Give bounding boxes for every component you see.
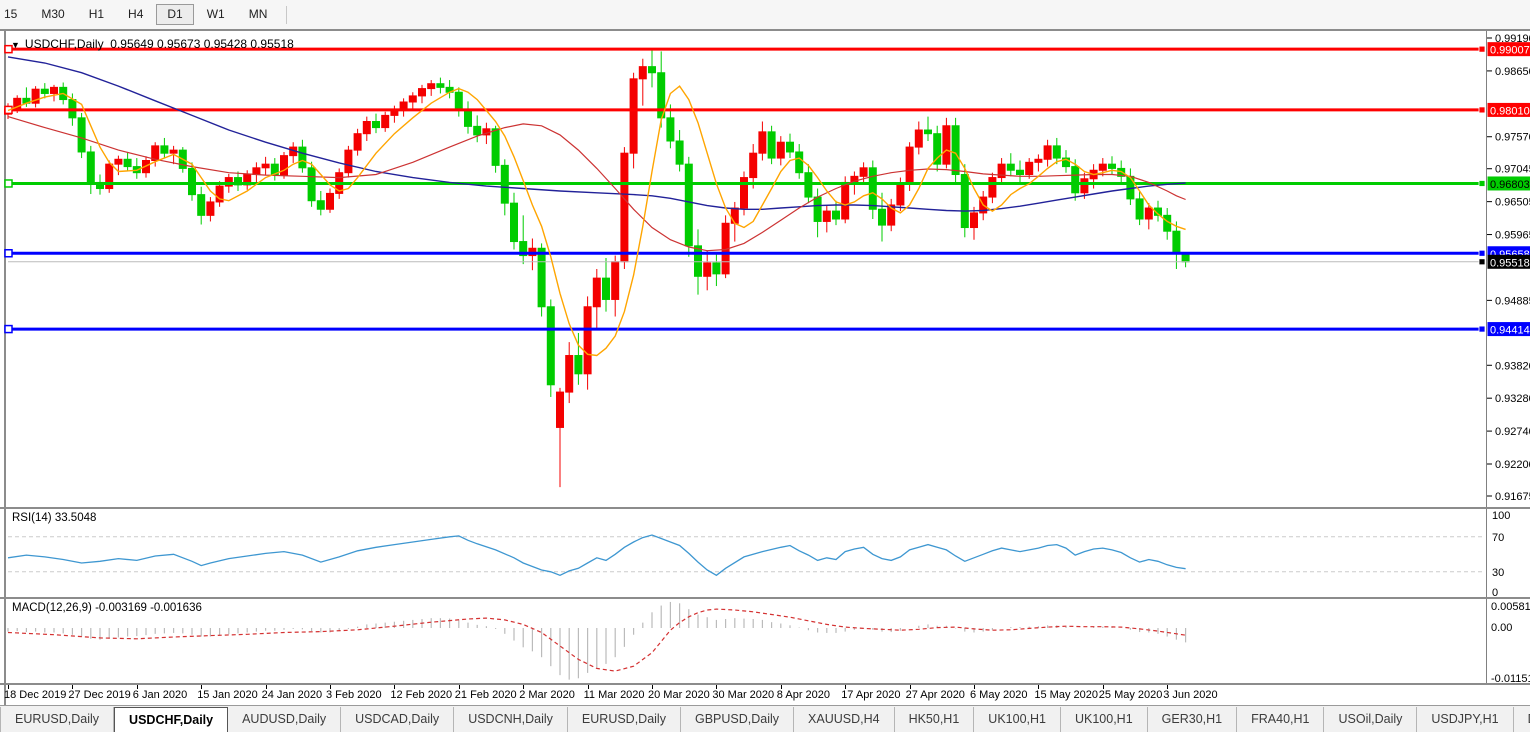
price-axis-tick-label: 0.92740	[1495, 426, 1530, 438]
timeframe-button-h4[interactable]: H4	[117, 4, 154, 25]
price-badge-label: 0.98010	[1490, 105, 1530, 117]
date-label: 21 Feb 2020	[455, 689, 517, 701]
price-chart[interactable]: 0.991900.986500.975700.970450.965050.959…	[0, 31, 1530, 507]
date-label: 27 Apr 2020	[906, 689, 965, 701]
macd-panel[interactable]: 0.005818 0.00 -0.01151	[0, 599, 1530, 683]
rsi-indicator-label: RSI(14) 33.5048	[12, 512, 96, 524]
price-badge-label: 0.94414	[1490, 325, 1530, 337]
chart-tab-uk100-h1[interactable]: UK100,H1	[1061, 707, 1148, 732]
date-label: 12 Feb 2020	[390, 689, 452, 701]
rsi-axis-label: 100	[1492, 510, 1510, 522]
date-label: 15 May 2020	[1034, 689, 1098, 701]
rsi-axis-label: 30	[1492, 567, 1504, 579]
line-axis-handle[interactable]	[1479, 180, 1485, 186]
price-axis-tick-label: 0.91675	[1495, 491, 1530, 503]
line-drag-handle[interactable]	[5, 250, 12, 257]
date-label: 27 Dec 2019	[68, 689, 130, 701]
chart-tab-eurusd-daily[interactable]: EURUSD,Daily	[568, 707, 681, 732]
date-label: 6 May 2020	[970, 689, 1027, 701]
chart-symbol-period: USDCHF,Daily	[25, 37, 104, 51]
chart-tab-eurusd-daily[interactable]: EURUSD,Daily	[1, 707, 114, 732]
candlestick-series	[5, 49, 1190, 487]
date-label: 3 Jun 2020	[1163, 689, 1217, 701]
price-axis-tick-label: 0.92200	[1495, 459, 1530, 471]
date-label: 11 Mar 2020	[584, 689, 645, 701]
chart-tab-usoil-daily[interactable]: USOil,Daily	[1324, 707, 1417, 732]
price-axis-tick-label: 0.94885	[1495, 295, 1530, 307]
chart-tab-usdcnh-daily[interactable]: USDCNH,Daily	[454, 707, 568, 732]
chart-ohlc-values: 0.95649 0.95673 0.95428 0.95518	[110, 37, 294, 51]
price-axis-tick-label: 0.97045	[1495, 164, 1530, 176]
price-axis-tick-label: 0.96505	[1495, 197, 1530, 209]
timeframe-button-h1[interactable]: H1	[78, 4, 115, 25]
chart-title: ▼ USDCHF,Daily 0.95649 0.95673 0.95428 0.…	[11, 37, 294, 51]
date-label: 2 Mar 2020	[519, 689, 575, 701]
chart-tab-ger30-h1[interactable]: GER30,H1	[1148, 707, 1237, 732]
price-axis-tick-label: 0.98650	[1495, 66, 1530, 78]
chart-tab-xauusd-h4[interactable]: XAUUSD,H4	[794, 707, 895, 732]
price-badge-label: 0.96803	[1490, 179, 1530, 191]
macd-axis-label: 0.005818	[1491, 601, 1530, 613]
timeframe-toolbar: 15M30H1H4D1W1MN	[0, 0, 1530, 29]
date-label: 15 Jan 2020	[197, 689, 258, 701]
date-label: 8 Apr 2020	[777, 689, 830, 701]
date-label: 20 Mar 2020	[648, 689, 710, 701]
price-badge-label: 0.95518	[1490, 257, 1530, 269]
chart-tab-usdjpy-h1[interactable]: USDJPY,H1	[1417, 707, 1513, 732]
timeframe-buttons: 15M30H1H4D1W1MN	[0, 4, 279, 25]
date-label: 6 Jan 2020	[133, 689, 187, 701]
timeframe-button-m30[interactable]: M30	[30, 4, 75, 25]
chart-tab-usdchf-daily[interactable]: USDCHF,Daily	[114, 707, 228, 732]
chart-tab-bar: EURUSD,DailyUSDCHF,DailyAUDUSD,DailyUSDC…	[0, 706, 1530, 732]
price-axis-tick-label: 0.97570	[1495, 132, 1530, 144]
timeframe-button-d1[interactable]: D1	[156, 4, 193, 25]
line-drag-handle[interactable]	[5, 180, 12, 187]
date-label: 18 Dec 2019	[4, 689, 66, 701]
date-label: 17 Apr 2020	[841, 689, 900, 701]
date-label: 30 Mar 2020	[712, 689, 774, 701]
line-axis-handle[interactable]	[1479, 250, 1485, 256]
chart-tab-uk100-h1[interactable]: UK100,H1	[974, 707, 1061, 732]
timeframe-button-15[interactable]: 15	[0, 4, 28, 25]
timeframe-button-mn[interactable]: MN	[238, 4, 279, 25]
chart-tab-dj30-h1[interactable]: DJ30,H1	[1514, 707, 1530, 732]
chart-tab-gbpusd-daily[interactable]: GBPUSD,Daily	[681, 707, 794, 732]
chart-dropdown-icon[interactable]: ▼	[11, 40, 20, 50]
line-axis-handle[interactable]	[1479, 326, 1485, 332]
macd-indicator-label: MACD(12,26,9) -0.003169 -0.001636	[12, 602, 202, 614]
toolbar-separator	[286, 6, 287, 24]
line-drag-handle[interactable]	[5, 326, 12, 333]
macd-axis-label: -0.01151	[1491, 673, 1530, 683]
line-axis-handle[interactable]	[1479, 46, 1485, 52]
rsi-line	[8, 535, 1186, 575]
rsi-axis-label: 0	[1492, 587, 1498, 597]
rsi-panel[interactable]: 100 70 30 0	[0, 509, 1530, 597]
macd-axis-label: 0.00	[1491, 622, 1512, 634]
line-axis-handle[interactable]	[1479, 107, 1485, 113]
date-label: 24 Jan 2020	[262, 689, 323, 701]
line-axis-handle[interactable]	[1479, 259, 1485, 265]
chart-tab-fra40-h1[interactable]: FRA40,H1	[1237, 707, 1324, 732]
chart-tab-usdcad-daily[interactable]: USDCAD,Daily	[341, 707, 454, 732]
chart-tab-audusd-daily[interactable]: AUDUSD,Daily	[228, 707, 341, 732]
date-label: 25 May 2020	[1099, 689, 1163, 701]
date-axis: 18 Dec 201927 Dec 20196 Jan 2020 15 Jan 2…	[0, 685, 1530, 705]
chart-tab-hk50-h1[interactable]: HK50,H1	[895, 707, 975, 732]
price-axis-tick-label: 0.93280	[1495, 393, 1530, 405]
price-badge-label: 0.99007	[1490, 45, 1530, 57]
slow-ma-line	[8, 57, 1186, 211]
rsi-axis-label: 70	[1492, 532, 1504, 544]
price-axis-tick-label: 0.95965	[1495, 230, 1530, 242]
price-axis-tick-label: 0.93820	[1495, 360, 1530, 372]
timeframe-button-w1[interactable]: W1	[196, 4, 236, 25]
date-label: 3 Feb 2020	[326, 689, 382, 701]
